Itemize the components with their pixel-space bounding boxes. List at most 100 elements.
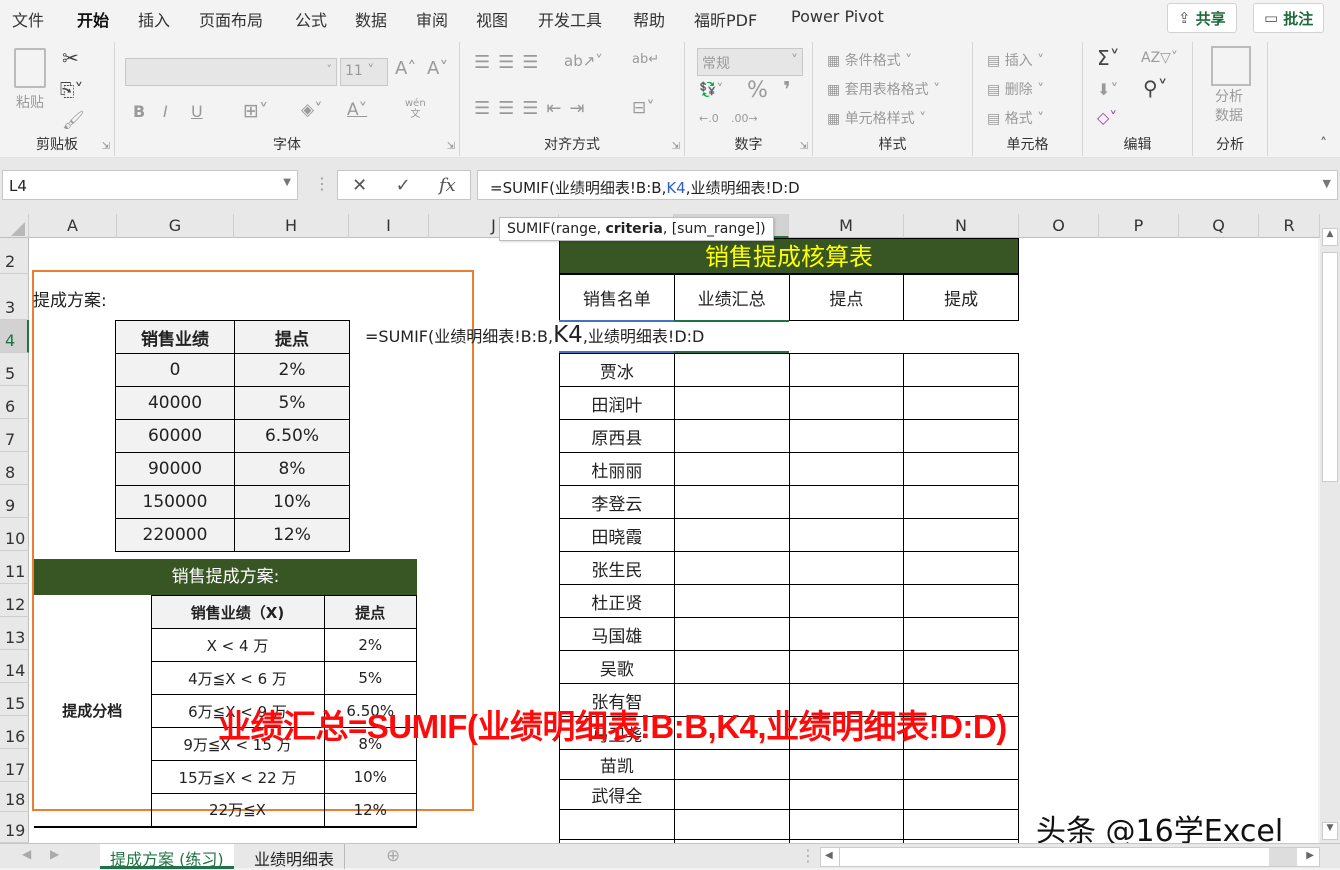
resize-handle-icon[interactable]: ⋮: [314, 174, 330, 193]
empty-cell[interactable]: [788, 749, 905, 780]
cell[interactable]: 0: [115, 353, 235, 387]
row-header[interactable]: 5: [0, 353, 29, 386]
vertical-scroll-thumb[interactable]: [1322, 252, 1338, 482]
empty-cell[interactable]: [788, 386, 905, 420]
empty-cell[interactable]: [673, 650, 790, 684]
vertical-scrollbar[interactable]: ▲ ▼: [1320, 214, 1340, 843]
row-header[interactable]: 11: [0, 551, 29, 584]
format-as-table-button[interactable]: ▦ 套用表格格式 ˅: [827, 79, 940, 99]
function-tooltip[interactable]: SUMIF(range, criteria, [sum_range]): [499, 217, 774, 241]
empty-cell[interactable]: [673, 779, 790, 810]
row-header[interactable]: 4: [0, 320, 29, 353]
empty-cell[interactable]: [788, 779, 905, 810]
fill-icon[interactable]: ⬇˅: [1097, 80, 1118, 99]
name-cell[interactable]: 苗凯: [559, 749, 675, 780]
formula-input[interactable]: =SUMIF(业绩明细表!B:B,K4,业绩明细表!D:D ▼: [477, 170, 1338, 200]
empty-cell[interactable]: [903, 452, 1019, 486]
name-cell[interactable]: 马国雄: [559, 617, 675, 651]
name-cell[interactable]: 原西县: [559, 419, 675, 453]
worksheet-grid[interactable]: 提成方案: 销售业绩 提点 0 2% 40000 5% 60000 6.50% 900…: [29, 238, 1318, 843]
format-painter-icon[interactable]: 🖌: [62, 110, 85, 131]
format-cells-button[interactable]: ▤ 格式 ˅: [987, 108, 1044, 128]
row-header[interactable]: 10: [0, 518, 29, 551]
select-all-button[interactable]: [0, 214, 29, 238]
header-cell[interactable]: 提成: [903, 274, 1019, 321]
analyze-data-button[interactable]: 分析 数据: [1215, 88, 1243, 126]
enter-icon[interactable]: ✓: [396, 175, 411, 196]
scroll-up-icon[interactable]: ▲: [1322, 228, 1338, 246]
tab-formulas[interactable]: 公式: [295, 7, 327, 31]
comment-button[interactable]: ▭ 批注: [1253, 3, 1325, 33]
sheet-tab[interactable]: 业绩明细表: [244, 844, 346, 869]
sort-filter-icon[interactable]: AZ▽˅: [1141, 50, 1178, 66]
column-header[interactable]: O: [1019, 214, 1099, 238]
insert-function-icon[interactable]: fx: [439, 175, 456, 196]
column-header[interactable]: Q: [1179, 214, 1259, 238]
empty-cell[interactable]: [788, 419, 905, 453]
name-cell[interactable]: 田润叶: [559, 386, 675, 420]
cell[interactable]: 12%: [234, 518, 350, 552]
row-header[interactable]: 17: [0, 749, 29, 782]
empty-cell[interactable]: [903, 617, 1019, 651]
insert-cells-button[interactable]: ▤ 插入 ˅: [987, 50, 1044, 70]
cell[interactable]: 4万≦X < 6 万: [150, 661, 325, 695]
cell[interactable]: 220000: [115, 518, 235, 552]
empty-cell[interactable]: [903, 518, 1019, 552]
name-cell[interactable]: 武得全: [559, 779, 675, 810]
empty-cell[interactable]: [673, 584, 790, 618]
tab-power-pivot[interactable]: Power Pivot: [791, 7, 884, 26]
vertical-align-icons[interactable]: ☰☰☰: [474, 52, 546, 73]
column-header[interactable]: G: [117, 214, 234, 238]
tab-data[interactable]: 数据: [355, 7, 387, 31]
next-sheet-icon[interactable]: ▶: [50, 847, 59, 861]
cell[interactable]: 5%: [323, 661, 417, 695]
conditional-format-button[interactable]: ▦ 条件格式 ˅: [827, 50, 912, 70]
empty-cell[interactable]: [673, 809, 790, 840]
column-header[interactable]: N: [904, 214, 1019, 238]
find-select-icon[interactable]: ⚲˅: [1143, 76, 1168, 100]
tab-file[interactable]: 文件: [12, 7, 44, 31]
row-header[interactable]: 2: [0, 238, 29, 274]
row-header[interactable]: 9: [0, 485, 29, 518]
empty-cell[interactable]: [788, 353, 905, 387]
cell[interactable]: 12%: [323, 793, 417, 827]
row-header[interactable]: 16: [0, 716, 29, 749]
empty-cell[interactable]: [673, 353, 790, 387]
empty-cell[interactable]: [673, 518, 790, 552]
prev-sheet-icon[interactable]: ◀: [22, 847, 31, 861]
empty-cell[interactable]: [903, 809, 1019, 840]
header-cell[interactable]: 提点: [234, 320, 350, 354]
empty-cell[interactable]: [673, 485, 790, 519]
underline-button[interactable]: U: [191, 102, 203, 121]
empty-cell[interactable]: [673, 749, 790, 780]
empty-cell[interactable]: [788, 650, 905, 684]
add-sheet-icon[interactable]: ⊕: [386, 846, 400, 866]
row-header[interactable]: 3: [0, 274, 29, 320]
cell-edit-text[interactable]: =SUMIF(业绩明细表!B:B,K4,业绩明细表!D:D: [365, 322, 704, 348]
name-cell[interactable]: 田晓霞: [559, 518, 675, 552]
tab-page-layout[interactable]: 页面布局: [199, 7, 263, 31]
empty-cell[interactable]: [903, 485, 1019, 519]
empty-cell[interactable]: [903, 419, 1019, 453]
header-cell[interactable]: 销售名单: [559, 274, 675, 321]
delete-cells-button[interactable]: ▤ 删除 ˅: [987, 79, 1044, 99]
header-cell[interactable]: 销售业绩（X): [150, 595, 325, 629]
header-cell[interactable]: 提点: [323, 595, 417, 629]
borders-icon[interactable]: ⊞˅: [243, 100, 268, 122]
row-header[interactable]: 15: [0, 683, 29, 716]
cell[interactable]: 150000: [115, 485, 235, 519]
empty-cell[interactable]: [788, 518, 905, 552]
number-format-dropdown[interactable]: 常规 ˅: [697, 48, 803, 76]
decrease-decimal-icon[interactable]: .00→: [731, 112, 758, 125]
font-launcher-icon[interactable]: ⇲: [447, 141, 455, 152]
cell[interactable]: 90000: [115, 452, 235, 486]
name-cell[interactable]: 张生民: [559, 551, 675, 585]
row-header[interactable]: 13: [0, 617, 29, 650]
cell[interactable]: X < 4 万: [150, 628, 325, 662]
clear-icon[interactable]: ◇˅: [1097, 108, 1117, 127]
name-cell[interactable]: 吴歌: [559, 650, 675, 684]
tab-review[interactable]: 审阅: [416, 7, 448, 31]
name-cell[interactable]: [559, 809, 675, 840]
row-header[interactable]: 6: [0, 386, 29, 419]
cell[interactable]: 10%: [323, 760, 417, 794]
